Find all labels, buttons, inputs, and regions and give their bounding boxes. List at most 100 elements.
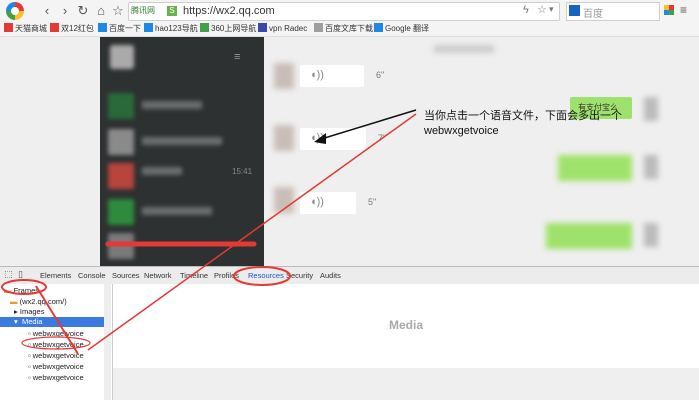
media-panel: Media [113, 284, 699, 368]
file-icon: ▫ [28, 373, 31, 382]
avatar [644, 155, 658, 179]
tab-elements[interactable]: Elements [40, 271, 71, 280]
bookmarks-bar: 天猫商城 双12红包 百度一下 hao123导航 360上网导航 vpn Rad… [0, 22, 699, 37]
tab-sources[interactable]: Sources [112, 271, 140, 280]
chevron-down-icon: ▾ [14, 317, 18, 326]
home-icon[interactable]: ⌂ [94, 3, 108, 19]
contact-list-pane: ≡ 15:41 [100, 37, 264, 266]
bookmark-icon [258, 23, 267, 32]
browser-logo-icon [6, 2, 24, 20]
file-icon: ▫ [28, 362, 31, 371]
bookmark-item[interactable]: 百度文库下载 [314, 23, 373, 34]
bookmark-item[interactable]: hao123导航 [144, 23, 198, 34]
message-bubble[interactable] [546, 223, 632, 249]
refresh-icon[interactable]: ↻ [76, 3, 90, 19]
contact-avatar[interactable] [108, 163, 134, 189]
tree-media-label: Media [22, 317, 43, 326]
tab-profiles[interactable]: Profiles [214, 271, 239, 280]
tab-resources[interactable]: Resources [248, 271, 284, 280]
chevron-down-icon[interactable]: ▾ [549, 4, 554, 15]
voice-message[interactable]: ◖)) [300, 192, 356, 214]
search-engine-icon [569, 5, 580, 16]
tree-item-media-selected[interactable]: ▾ Media [0, 317, 104, 327]
contact-avatar[interactable] [108, 199, 134, 225]
file-icon: ▫ [28, 340, 31, 349]
file-icon: ▫ [28, 351, 31, 360]
star-icon[interactable]: ☆ [537, 3, 547, 16]
file-icon: ▫ [28, 329, 31, 338]
back-icon[interactable]: ‹ [40, 3, 54, 19]
menu-icon[interactable]: ≡ [680, 3, 687, 17]
devtools-footer [113, 368, 699, 400]
bookmark-icon [50, 23, 59, 32]
contact-avatar[interactable] [108, 93, 134, 119]
contact-name [142, 167, 182, 175]
annotation-line: 当你点击一个语音文件，下面会多出一个 [424, 110, 622, 122]
tab-audits[interactable]: Audits [320, 271, 341, 280]
voice-message[interactable]: ◖)) [300, 128, 366, 150]
avatar [274, 187, 294, 213]
avatar [644, 97, 658, 121]
chat-panel: ◖)) 6" ◖)) 7" ◖)) 5" 有支付宝么 [264, 37, 664, 266]
voice-duration: 5" [368, 197, 377, 207]
tab-console[interactable]: Console [78, 271, 106, 280]
resources-tree: ▬ Frames ▬ (wx2.qq.com/) ▸ Images ▾ Medi… [0, 284, 113, 400]
tree-item-host[interactable]: ▬ (wx2.qq.com/) [10, 297, 67, 306]
apps-icon[interactable] [664, 5, 674, 15]
bookmark-item[interactable]: 360上网导航 [200, 23, 256, 34]
contact-time: 15:41 [232, 167, 253, 176]
contact-name [142, 137, 222, 145]
voice-message[interactable]: ◖)) [300, 65, 364, 87]
search-box[interactable]: 百度 [566, 2, 660, 21]
chat-title [434, 45, 494, 53]
contact-name [142, 207, 212, 215]
annotation-keyword: webwxgetvoice [424, 125, 499, 137]
search-placeholder[interactable]: 百度 [583, 5, 603, 20]
bookmark-icon [144, 23, 153, 32]
bookmark-icon [314, 23, 323, 32]
voice-duration: 7" [378, 133, 387, 143]
tree-item-voice[interactable]: ▫ webwxgetvoice [28, 362, 84, 371]
avatar [644, 223, 658, 247]
url-text[interactable]: https://wx2.qq.com [183, 5, 275, 17]
voice-icon: ◖)) [310, 69, 324, 81]
bookmark-item[interactable]: 百度一下 [98, 23, 141, 34]
forward-icon[interactable]: › [58, 3, 72, 19]
tree-item-voice[interactable]: ▫ webwxgetvoice [28, 351, 84, 360]
contact-avatar[interactable] [108, 233, 134, 259]
bookmark-icon [4, 23, 13, 32]
bookmark-icon [200, 23, 209, 32]
tab-timeline[interactable]: Timeline [180, 271, 208, 280]
bookmark-star-icon[interactable]: ☆ [111, 3, 125, 19]
tree-item-frames[interactable]: ▬ Frames [4, 286, 39, 295]
contact-avatar[interactable] [108, 129, 134, 155]
folder-icon: ▬ [4, 286, 12, 295]
contact-name [142, 101, 202, 109]
bookmark-icon [374, 23, 383, 32]
inspect-icon[interactable]: ⬚ [4, 269, 13, 280]
tab-network[interactable]: Network [144, 271, 172, 280]
menu-icon[interactable]: ≡ [234, 51, 240, 63]
device-icon[interactable]: ▯ [18, 269, 23, 280]
security-shield-icon: S [167, 6, 177, 16]
annotation-text: 当你点击一个语音文件，下面会多出一个 webwxgetvoice [424, 109, 634, 139]
tree-item-voice[interactable]: ▫ webwxgetvoice [28, 373, 84, 382]
bookmark-item[interactable]: vpn Radec [258, 23, 307, 33]
bookmark-item[interactable]: Google 翻译 [374, 23, 429, 34]
chevron-right-icon: ▸ [14, 307, 18, 316]
tree-item-voice[interactable]: ▫ webwxgetvoice [28, 340, 84, 349]
panel-title: Media [388, 318, 423, 332]
scrollbar[interactable] [104, 284, 111, 400]
message-bubble[interactable] [558, 155, 632, 181]
voice-icon: ◖)) [310, 132, 324, 144]
avatar [274, 63, 294, 89]
browser-toolbar: ‹ › ↻ ⌂ ☆ 腾讯网 S https://wx2.qq.com ϟ ☆ ▾… [0, 0, 699, 23]
dropdown-icon[interactable]: ϟ [523, 4, 529, 16]
address-bar[interactable]: 腾讯网 S https://wx2.qq.com ϟ ☆ ▾ [128, 2, 560, 21]
tree-item-voice[interactable]: ▫ webwxgetvoice [28, 329, 84, 338]
tab-security[interactable]: Security [286, 271, 313, 280]
bookmark-item[interactable]: 双12红包 [50, 23, 94, 34]
tree-item-images[interactable]: ▸ Images [14, 307, 44, 316]
bookmark-item[interactable]: 天猫商城 [4, 23, 47, 34]
avatar[interactable] [110, 45, 134, 69]
